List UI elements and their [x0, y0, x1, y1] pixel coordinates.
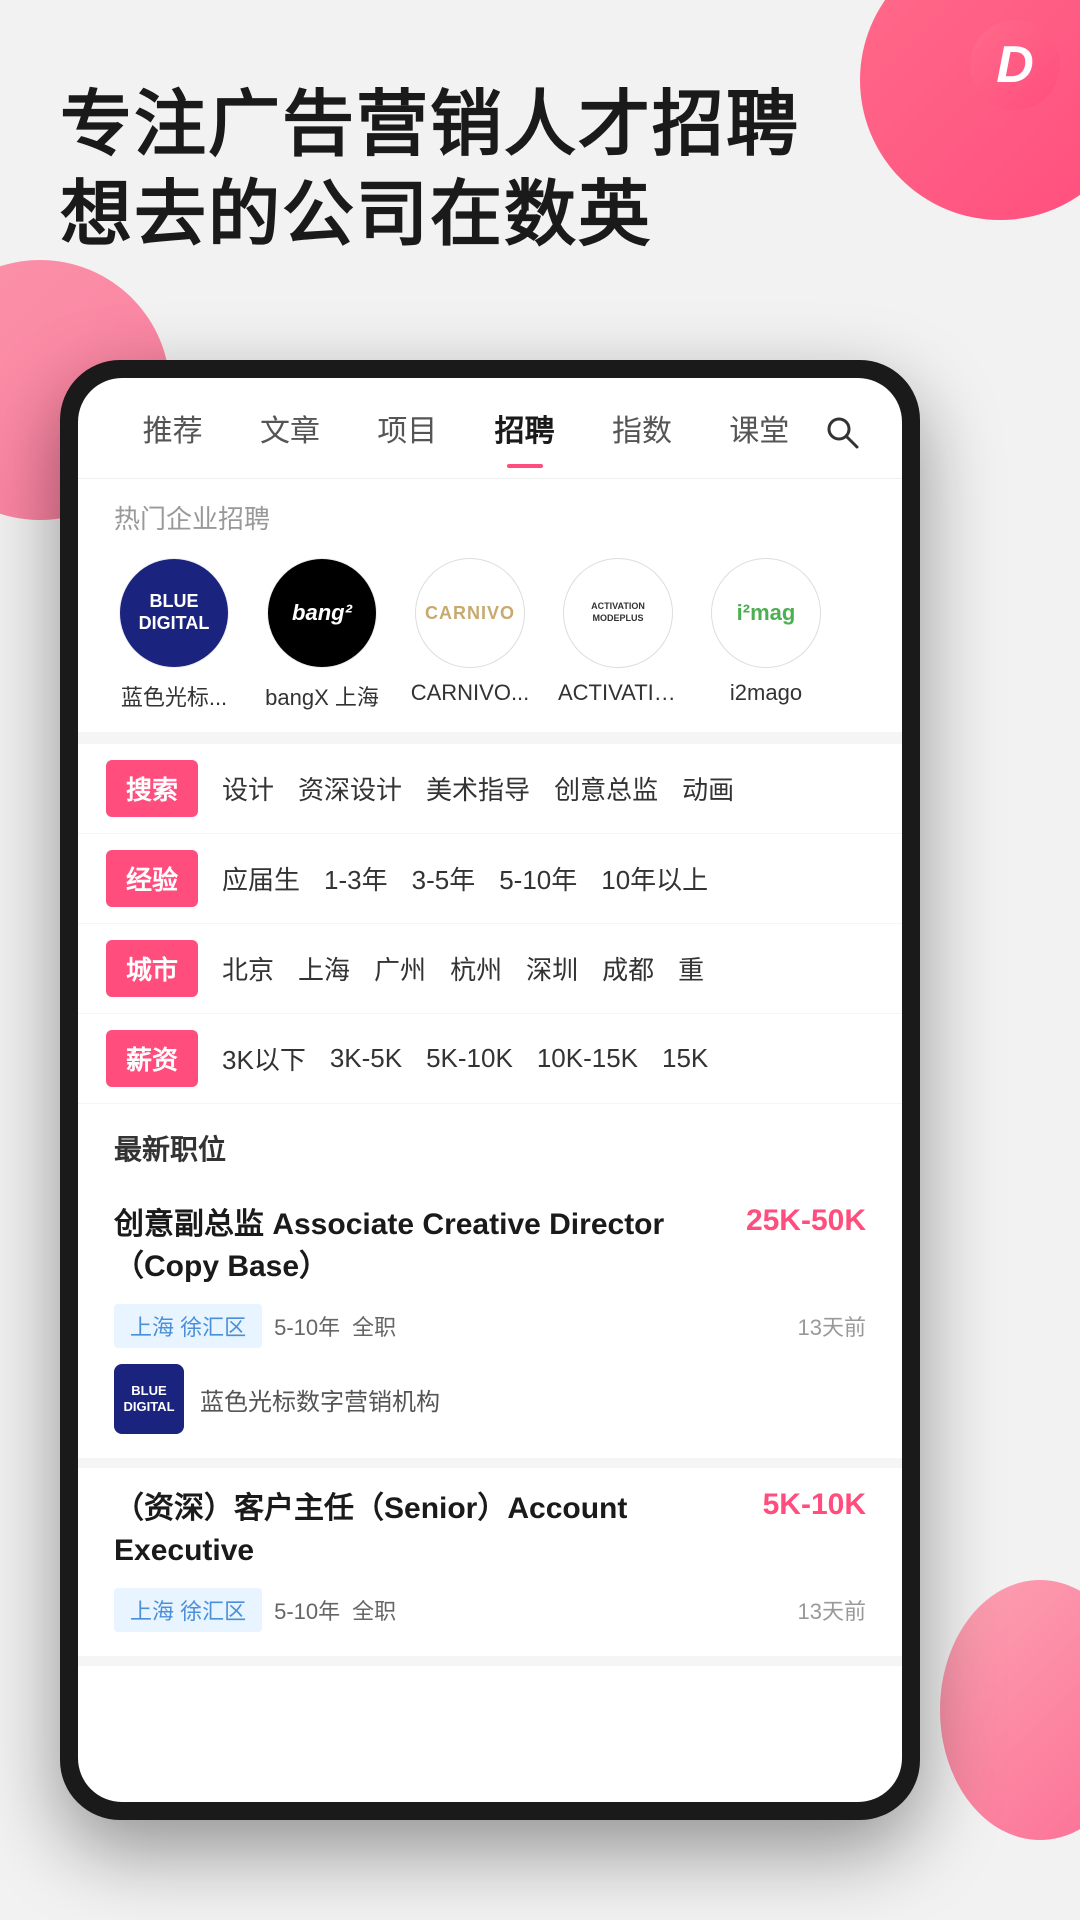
company-item-i2mago[interactable]: i²mag i2mago [706, 558, 826, 712]
job-type-1: 全职 [352, 1310, 396, 1342]
hot-companies-label: 热门企业招聘 [78, 479, 902, 548]
filter-option-10plus[interactable]: 10年以上 [601, 860, 708, 897]
app-logo[interactable]: D [970, 20, 1060, 110]
job-title-1: 创意副总监 Associate Creative Director（Copy B… [114, 1204, 726, 1288]
filter-option-5k-10k[interactable]: 5K-10K [426, 1043, 513, 1074]
filter-option-hangzhou[interactable]: 杭州 [450, 950, 502, 987]
filter-option-3-5[interactable]: 3-5年 [412, 860, 476, 897]
company-item-carnivo[interactable]: CARNIVO CARNIVO... [410, 558, 530, 712]
filter-badge-city[interactable]: 城市 [106, 940, 198, 997]
job-exp-2: 5-10年 [274, 1594, 340, 1626]
filter-option-1-3[interactable]: 1-3年 [324, 860, 388, 897]
logo-letter: D [996, 35, 1034, 95]
job-date-2: 13天前 [798, 1594, 866, 1626]
filter-option-design[interactable]: 设计 [222, 770, 274, 807]
job-title-2: （资深）客户主任（Senior）Account Executive [114, 1488, 743, 1572]
filter-badge-search[interactable]: 搜索 [106, 760, 198, 817]
hero-line1: 专注广告营销人才招聘 [60, 85, 800, 165]
filter-option-3k-below[interactable]: 3K以下 [222, 1040, 306, 1077]
filter-section: 搜索 设计 资深设计 美术指导 创意总监 动画 经验 应届生 1-3年 3-5年… [78, 744, 902, 1104]
phone-frame: 推荐 文章 项目 招聘 指数 课堂 热门企业招聘 B [60, 360, 920, 1820]
filter-option-beijing[interactable]: 北京 [222, 950, 274, 987]
jobs-label: 最新职位 [78, 1104, 902, 1184]
filter-option-chengdu[interactable]: 成都 [602, 950, 654, 987]
company-name-carnivo: CARNIVO... [411, 680, 530, 706]
job-card-1[interactable]: 创意副总监 Associate Creative Director（Copy B… [78, 1184, 902, 1468]
filter-option-guangzhou[interactable]: 广州 [374, 950, 426, 987]
search-icon[interactable] [818, 408, 866, 456]
job-salary-2: 5K-10K [763, 1488, 866, 1522]
filter-option-10k-15k[interactable]: 10K-15K [537, 1043, 638, 1074]
phone-screen: 推荐 文章 项目 招聘 指数 课堂 热门企业招聘 B [78, 378, 902, 1802]
company-item-activation[interactable]: ACTIVATIONMODEPLUS ACTIVATIO... [558, 558, 678, 712]
jobs-section: 最新职位 创意副总监 Associate Creative Director（C… [78, 1104, 902, 1802]
company-logo-blue-digital: BLUEDIGITAL [119, 558, 229, 668]
filter-option-15kplus[interactable]: 15K [662, 1043, 708, 1074]
filter-row-city: 城市 北京 上海 广州 杭州 深圳 成都 重 [78, 924, 902, 1014]
company-row-1: BLUEDIGITAL 蓝色光标数字营销机构 [114, 1364, 866, 1434]
filter-option-art-director[interactable]: 美术指导 [426, 770, 530, 807]
nav-item-course[interactable]: 课堂 [701, 406, 818, 458]
companies-list: BLUEDIGITAL 蓝色光标... bang² bangX 上海 CARNI… [78, 548, 902, 732]
section-divider [78, 732, 902, 744]
nav-bar: 推荐 文章 项目 招聘 指数 课堂 [78, 378, 902, 479]
job-tags-row-2: 上海 徐汇区 5-10年 全职 13天前 [114, 1588, 866, 1632]
hero-line2: 想去的公司在数英 [60, 175, 652, 255]
filter-row-salary: 薪资 3K以下 3K-5K 5K-10K 10K-15K 15K [78, 1014, 902, 1104]
company-name-i2mago: i2mago [730, 680, 802, 706]
job-salary-1: 25K-50K [746, 1204, 866, 1238]
hero-section: 专注广告营销人才招聘 想去的公司在数英 [60, 80, 940, 260]
company-name-activation: ACTIVATIO... [558, 680, 678, 706]
company-mini-logo-1: BLUEDIGITAL [114, 1364, 184, 1434]
nav-item-article[interactable]: 文章 [231, 406, 348, 458]
company-logo-bangx: bang² [267, 558, 377, 668]
job-title-row-2: （资深）客户主任（Senior）Account Executive 5K-10K [114, 1488, 866, 1572]
company-logo-i2mago: i²mag [711, 558, 821, 668]
filter-option-fresh[interactable]: 应届生 [222, 860, 300, 897]
filter-option-more-city[interactable]: 重 [678, 950, 704, 987]
job-exp-1: 5-10年 [274, 1310, 340, 1342]
company-name-bangx: bangX 上海 [265, 680, 379, 712]
filter-option-animation[interactable]: 动画 [682, 770, 734, 807]
company-mini-name-1: 蓝色光标数字营销机构 [200, 1382, 440, 1417]
company-logo-activation: ACTIVATIONMODEPLUS [563, 558, 673, 668]
company-item-blue-digital[interactable]: BLUEDIGITAL 蓝色光标... [114, 558, 234, 712]
phone-wrapper: 推荐 文章 项目 招聘 指数 课堂 热门企业招聘 B [60, 360, 1080, 1920]
company-logo-carnivo: CARNIVO [415, 558, 525, 668]
nav-item-recommend[interactable]: 推荐 [114, 406, 231, 458]
company-name-blue-digital: 蓝色光标... [121, 680, 227, 712]
job-tags-row-1: 上海 徐汇区 5-10年 全职 13天前 [114, 1304, 866, 1348]
job-location-1: 上海 徐汇区 [114, 1304, 262, 1348]
filter-option-senior-design[interactable]: 资深设计 [298, 770, 402, 807]
filter-option-shanghai[interactable]: 上海 [298, 950, 350, 987]
filter-option-3k-5k[interactable]: 3K-5K [330, 1043, 402, 1074]
nav-item-project[interactable]: 项目 [349, 406, 466, 458]
job-location-2: 上海 徐汇区 [114, 1588, 262, 1632]
job-card-2[interactable]: （资深）客户主任（Senior）Account Executive 5K-10K… [78, 1468, 902, 1666]
filter-badge-experience[interactable]: 经验 [106, 850, 198, 907]
filter-option-shenzhen[interactable]: 深圳 [526, 950, 578, 987]
job-type-2: 全职 [352, 1594, 396, 1626]
filter-option-creative-director[interactable]: 创意总监 [554, 770, 658, 807]
job-title-row-1: 创意副总监 Associate Creative Director（Copy B… [114, 1204, 866, 1288]
hero-title: 专注广告营销人才招聘 想去的公司在数英 [60, 80, 940, 260]
nav-item-index[interactable]: 指数 [583, 406, 700, 458]
filter-badge-salary[interactable]: 薪资 [106, 1030, 198, 1087]
filter-row-search: 搜索 设计 资深设计 美术指导 创意总监 动画 [78, 744, 902, 834]
job-date-1: 13天前 [798, 1310, 866, 1342]
nav-item-jobs[interactable]: 招聘 [466, 406, 583, 458]
filter-option-5-10[interactable]: 5-10年 [499, 860, 577, 897]
company-item-bangx[interactable]: bang² bangX 上海 [262, 558, 382, 712]
filter-row-experience: 经验 应届生 1-3年 3-5年 5-10年 10年以上 [78, 834, 902, 924]
